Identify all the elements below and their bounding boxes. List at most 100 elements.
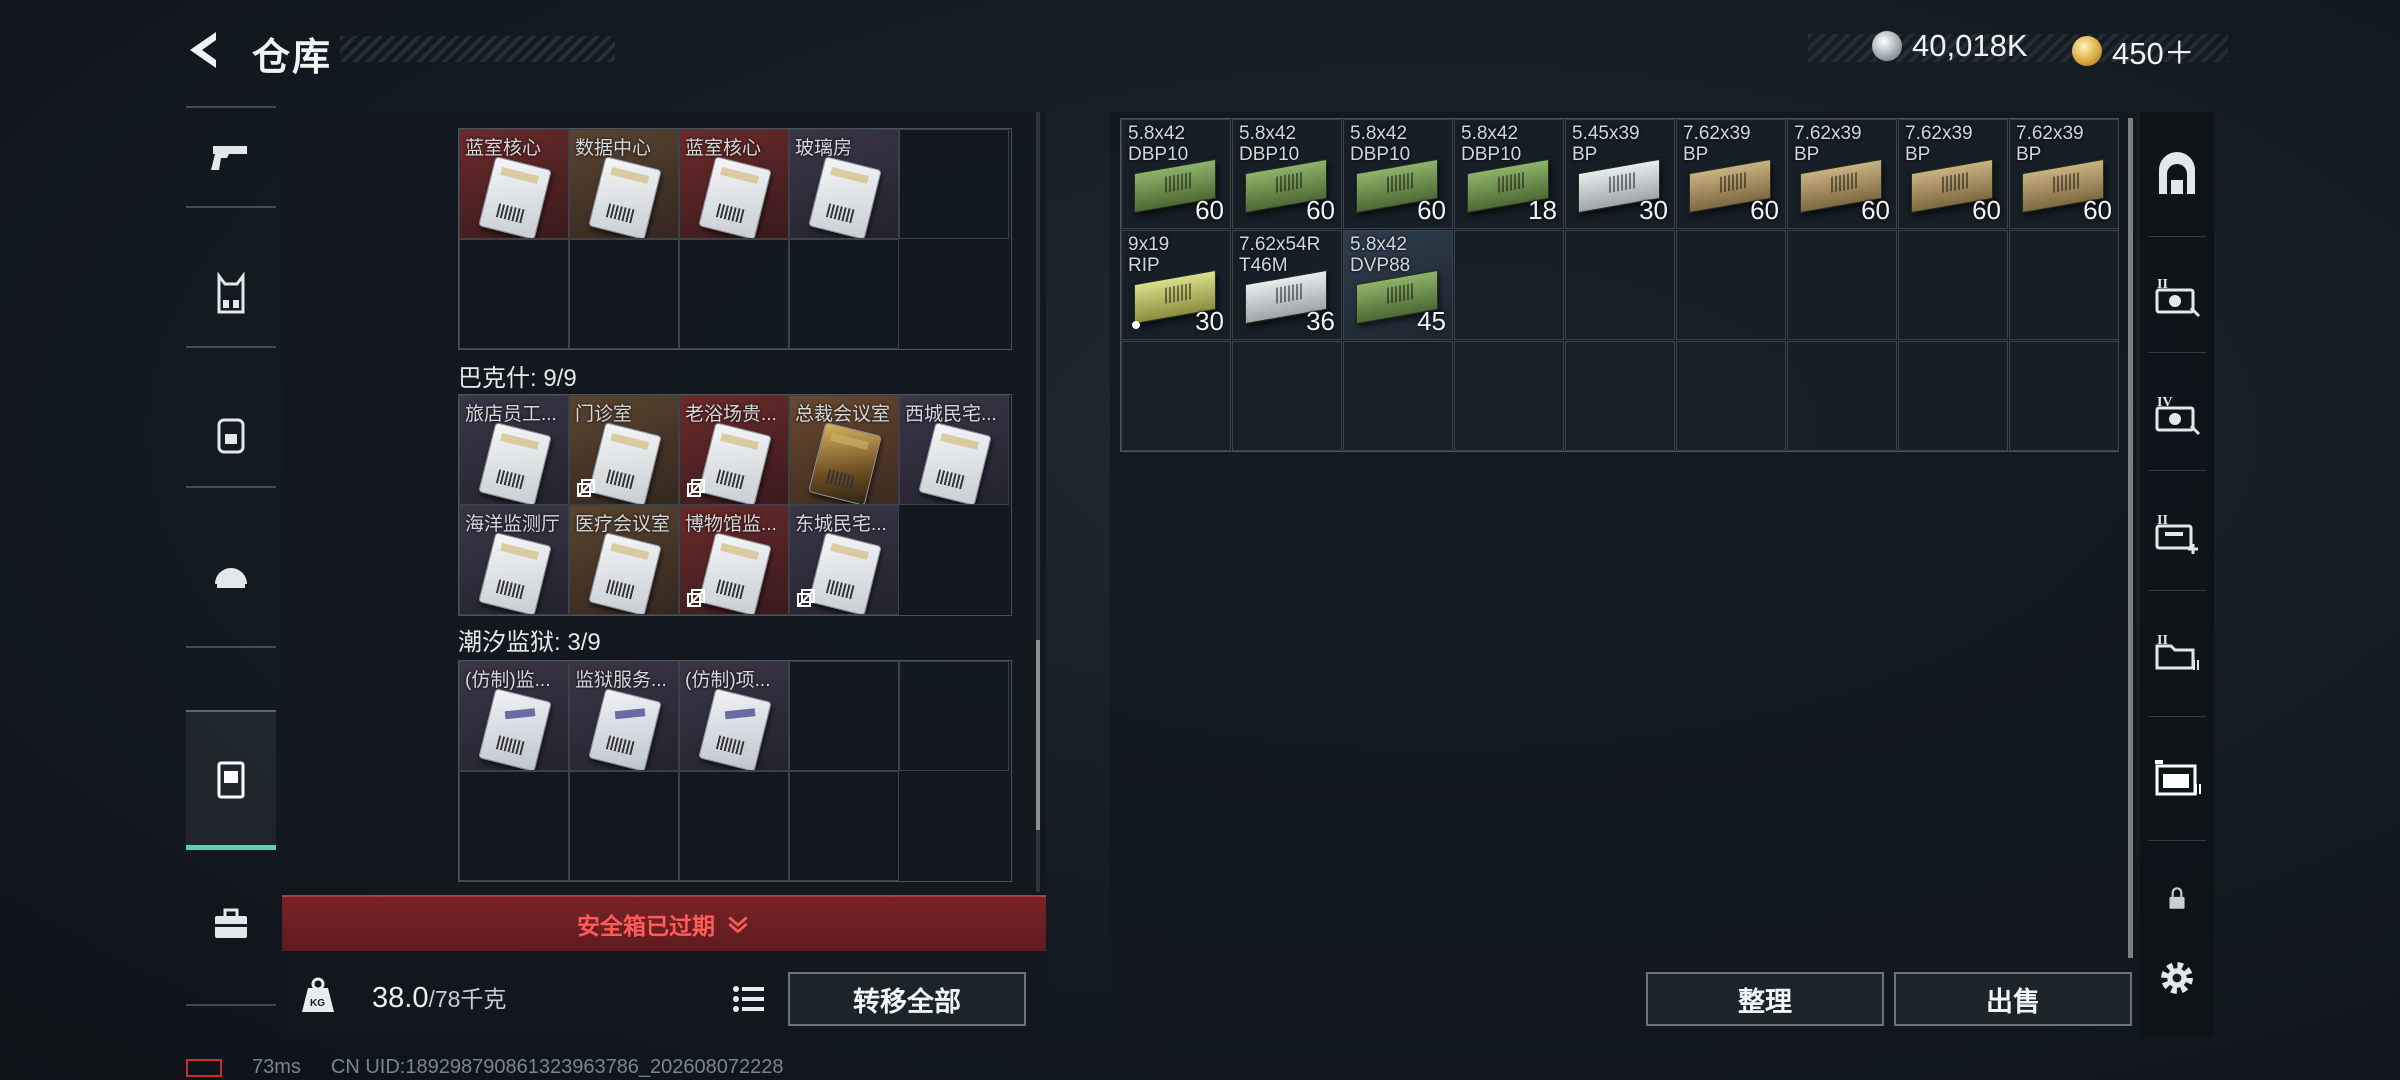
sell-button[interactable]: 出售 bbox=[1894, 972, 2132, 1026]
keycard-item[interactable]: (仿制)监... bbox=[459, 661, 569, 771]
item-count: 60 bbox=[1861, 195, 1890, 225]
safe-box-expired-banner[interactable]: 安全箱已过期 bbox=[282, 895, 1046, 951]
empty-slot[interactable] bbox=[459, 239, 569, 349]
empty-slot[interactable] bbox=[1454, 341, 1564, 451]
vest-icon bbox=[217, 271, 245, 313]
item-count: 36 bbox=[1306, 306, 1335, 336]
keycard-item[interactable]: 医疗会议室 bbox=[569, 505, 679, 615]
item-label: 蓝室核心 bbox=[465, 138, 542, 159]
ammo-item[interactable]: 7.62x39 BP 60 bbox=[2009, 119, 2119, 229]
empty-slot[interactable] bbox=[1343, 341, 1453, 451]
empty-slot[interactable] bbox=[1232, 341, 1342, 451]
empty-slot[interactable] bbox=[679, 239, 789, 349]
keycard-icon bbox=[698, 688, 772, 770]
item-label: 9x19 RIP bbox=[1128, 234, 1170, 276]
keycard-item[interactable]: 蓝室核心 bbox=[679, 129, 789, 239]
empty-slot[interactable] bbox=[899, 129, 1009, 239]
empty-slot[interactable] bbox=[789, 661, 899, 771]
nav-case[interactable] bbox=[186, 876, 276, 971]
currency-silver[interactable]: 40,018K bbox=[1872, 28, 2028, 64]
empty-slot[interactable] bbox=[2009, 230, 2119, 340]
empty-slot[interactable] bbox=[899, 661, 1009, 771]
keycard-item[interactable]: (仿制)项... bbox=[679, 661, 789, 771]
empty-slot[interactable] bbox=[1676, 341, 1786, 451]
svg-text:KG: KG bbox=[310, 998, 325, 1009]
keycard-item[interactable]: 玻璃房 bbox=[789, 129, 899, 239]
medkit-icon: II bbox=[2155, 513, 2198, 554]
empty-slot[interactable] bbox=[789, 239, 899, 349]
ammo-item[interactable]: 5.8x42 DVP88 45 bbox=[1343, 230, 1453, 340]
keycard-item[interactable]: 东城民宅... bbox=[789, 505, 899, 615]
item-label: 数据中心 bbox=[575, 138, 652, 159]
empty-slot[interactable] bbox=[1676, 230, 1786, 340]
nav-storage-iii[interactable]: II bbox=[2140, 604, 2214, 700]
sort-button[interactable]: 整理 bbox=[1646, 972, 1884, 1026]
ammo-item[interactable]: 7.62x39 BP 60 bbox=[1898, 119, 2008, 229]
safe-box-grid-1: 蓝室核心 数据中心 蓝室核心 玻璃房 bbox=[458, 128, 1012, 350]
empty-slot[interactable] bbox=[1898, 341, 2008, 451]
empty-slot[interactable] bbox=[2009, 341, 2119, 451]
iii-folder-icon: II bbox=[2155, 633, 2199, 670]
keycard-item[interactable]: 总裁会议室 bbox=[789, 395, 899, 505]
nav-pistol[interactable] bbox=[186, 108, 276, 203]
keycard-item[interactable]: 数据中心 bbox=[569, 129, 679, 239]
nav-vest[interactable] bbox=[186, 246, 276, 341]
empty-slot[interactable] bbox=[1787, 230, 1897, 340]
ammo-item[interactable]: 5.8x42 DBP10 60 bbox=[1343, 119, 1453, 229]
item-label: 5.8x42 DBP10 bbox=[1239, 123, 1300, 165]
nav-divider bbox=[2148, 352, 2206, 353]
keycard-item[interactable]: 旅店员工... bbox=[459, 395, 569, 505]
warehouse-scrollbar[interactable] bbox=[2128, 118, 2133, 958]
nav-safe-box[interactable] bbox=[186, 710, 276, 850]
item-label: 海洋监测厅 bbox=[465, 514, 561, 535]
currency-silver-value: 40,018K bbox=[1912, 28, 2028, 63]
keycard-item[interactable]: 蓝室核心 bbox=[459, 129, 569, 239]
empty-slot[interactable] bbox=[1454, 230, 1564, 340]
keycard-item[interactable]: 老浴场贵... bbox=[679, 395, 789, 505]
item-label: 7.62x39 BP bbox=[1794, 123, 1862, 165]
nav-storage-main[interactable] bbox=[2140, 728, 2214, 824]
empty-slot[interactable] bbox=[1898, 230, 2008, 340]
nav-armory[interactable] bbox=[2140, 128, 2214, 224]
empty-slot[interactable] bbox=[1787, 341, 1897, 451]
empty-slot[interactable] bbox=[569, 771, 679, 881]
weight-readout: 38.0/78千克 bbox=[372, 980, 506, 1015]
empty-slot[interactable] bbox=[1565, 230, 1675, 340]
keycard-icon bbox=[478, 422, 552, 504]
currency-gold[interactable]: 450＋ bbox=[2072, 28, 2195, 73]
empty-slot[interactable] bbox=[679, 771, 789, 881]
keycard-item[interactable]: 门诊室 bbox=[569, 395, 679, 505]
keycard-item[interactable]: 海洋监测厅 bbox=[459, 505, 569, 615]
item-label: 玻璃房 bbox=[795, 138, 853, 159]
weight-current: 38.0 bbox=[372, 982, 429, 1014]
ammo-item[interactable]: 7.62x54R T46M 36 bbox=[1232, 230, 1342, 340]
empty-slot[interactable] bbox=[789, 771, 899, 881]
replica-icon bbox=[687, 589, 705, 607]
ammo-item[interactable]: 7.62x39 BP 60 bbox=[1787, 119, 1897, 229]
item-label: 门诊室 bbox=[575, 404, 633, 425]
empty-slot[interactable] bbox=[1565, 341, 1675, 451]
back-button[interactable] bbox=[182, 26, 230, 74]
list-view-button[interactable] bbox=[728, 980, 770, 1018]
ammo-item[interactable]: 5.8x42 DBP10 18 bbox=[1454, 119, 1564, 229]
keycard-item[interactable]: 监狱服务... bbox=[569, 661, 679, 771]
ammo-item[interactable]: 5.8x42 DBP10 60 bbox=[1121, 119, 1231, 229]
nav-divider bbox=[2148, 590, 2206, 591]
empty-slot[interactable] bbox=[569, 239, 679, 349]
nav-storage-iv[interactable]: IV bbox=[2140, 366, 2214, 462]
settings-button[interactable] bbox=[2140, 930, 2214, 1026]
nav-backpack[interactable] bbox=[186, 386, 276, 481]
ammo-item[interactable]: 5.45x39 BP 30 bbox=[1565, 119, 1675, 229]
ammo-item[interactable]: 7.62x39 BP 60 bbox=[1676, 119, 1786, 229]
nav-helmet[interactable] bbox=[186, 526, 276, 621]
ammo-item[interactable]: 9x19 RIP 30 bbox=[1121, 230, 1231, 340]
safe-box-scroll-thumb[interactable] bbox=[1036, 640, 1040, 830]
keycard-item[interactable]: 西城民宅... bbox=[899, 395, 1009, 505]
empty-slot[interactable] bbox=[1121, 341, 1231, 451]
transfer-all-button[interactable]: 转移全部 bbox=[788, 972, 1026, 1026]
keycard-item[interactable]: 博物馆监... bbox=[679, 505, 789, 615]
nav-medical[interactable]: II bbox=[2140, 484, 2214, 580]
empty-slot[interactable] bbox=[459, 771, 569, 881]
nav-storage-ii[interactable]: II bbox=[2140, 248, 2214, 344]
ammo-item[interactable]: 5.8x42 DBP10 60 bbox=[1232, 119, 1342, 229]
